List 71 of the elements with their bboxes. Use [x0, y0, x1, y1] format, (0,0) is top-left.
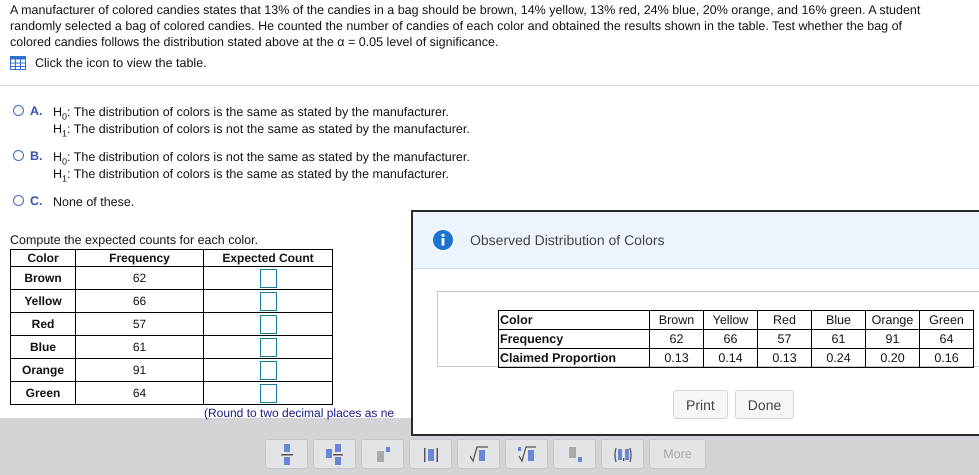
option-text: H$_{0}$: The distribution of colors is not the same as stated by the manufacturer.	[53, 149, 470, 166]
table-cell: 0.13	[650, 348, 704, 368]
table-link-text: Click the icon to view the table.	[35, 56, 207, 70]
row-header: Frequency	[498, 330, 650, 348]
table-cell: Red	[10, 312, 76, 336]
table-cell: Brown	[650, 310, 704, 330]
table-cell: 57	[76, 312, 204, 336]
toolbar-button[interactable]	[313, 439, 356, 469]
table-cell: Yellow	[10, 290, 76, 312]
row-header: Color	[498, 310, 650, 330]
table-cell: 91	[866, 330, 920, 348]
table-cell: Orange	[866, 310, 920, 330]
table-cell: 61	[76, 336, 204, 358]
table-cell: 0.24	[812, 348, 866, 368]
info-icon	[433, 230, 453, 250]
prompt-text: Compute the expected counts for each color.	[10, 232, 258, 248]
answer-box[interactable]	[260, 338, 276, 356]
row-header: Claimed Proportion	[498, 348, 650, 368]
toolbar-button[interactable]	[265, 439, 308, 469]
option-text: H$_{1}$: The distribution of colors is the same as stated by the manufacturer.	[53, 166, 450, 183]
question-text: A manufacturer of colored candies states that 13% of the candies in a bag should be brown, 14% yellow, 13% red, 24% blue, 20% orange, and 16% green. A student randomly selected a bag of colored candies. He counted the number of candies of each color and obtained the results shown in the table. Test whether the bag of colored candies follows the distribution stated above at the α = 0.05 level of significance.	[10, 2, 922, 50]
table-cell: Brown	[10, 266, 76, 290]
option-letter: C.	[30, 194, 44, 208]
radio-button[interactable]	[13, 150, 24, 161]
column-header: Frequency	[76, 250, 204, 266]
table-cell: Yellow	[704, 310, 758, 330]
option-letter: A.	[30, 104, 44, 118]
table-cell: Green	[920, 310, 974, 330]
answer-box[interactable]	[260, 314, 276, 334]
table-cell: 62	[76, 266, 204, 290]
hint-text: (Round to two decimal places as ne	[204, 406, 396, 420]
table-cell: 0.16	[920, 348, 974, 368]
table-cell: 91	[76, 358, 204, 382]
option-text: H$_{1}$: The distribution of colors is not the same as stated by the manufacturer.	[53, 121, 470, 138]
toolbar-button[interactable]	[505, 439, 548, 469]
option-text: H$_{0}$: The distribution of colors is the same as stated by the manufacturer.	[53, 104, 450, 121]
square-root-icon	[470, 444, 488, 464]
table-icon[interactable]	[10, 56, 26, 70]
table-cell: 0.13	[758, 348, 812, 368]
column-header: Expected Count	[204, 250, 332, 266]
dialog-button[interactable]: Print	[673, 390, 728, 419]
table-cell: Green	[10, 382, 76, 404]
table-cell: Orange	[10, 358, 76, 382]
table-cell: Red	[758, 310, 812, 330]
table-cell: 62	[650, 330, 704, 348]
answer-box[interactable]	[260, 292, 276, 310]
answer-box[interactable]	[260, 268, 276, 288]
table-cell: 64	[920, 330, 974, 348]
table-cell: 66	[76, 290, 204, 312]
dialog-title: Observed Distribution of Colors	[470, 232, 665, 248]
table-cell: Blue	[812, 310, 866, 330]
radio-button[interactable]	[13, 105, 24, 116]
mixed-number-icon	[326, 444, 344, 464]
toolbar-button[interactable]	[409, 439, 452, 469]
dialog-button[interactable]: Done	[734, 390, 794, 419]
table-cell: 0.20	[866, 348, 920, 368]
table-cell: 66	[704, 330, 758, 348]
nth-root-icon	[518, 444, 536, 464]
table-cell: 64	[76, 382, 204, 404]
table-cell: Blue	[10, 336, 76, 358]
toolbar-button[interactable]	[601, 439, 644, 469]
answer-box[interactable]	[260, 360, 276, 380]
table-cell: 61	[812, 330, 866, 348]
option-letter: B.	[30, 149, 44, 163]
toolbar-button[interactable]	[457, 439, 500, 469]
column-header: Color	[10, 250, 76, 266]
radio-button[interactable]	[13, 195, 24, 206]
answer-box[interactable]	[260, 384, 276, 402]
table-cell: 57	[758, 330, 812, 348]
option-text: None of these.	[53, 194, 134, 211]
table-cell: 0.14	[704, 348, 758, 368]
